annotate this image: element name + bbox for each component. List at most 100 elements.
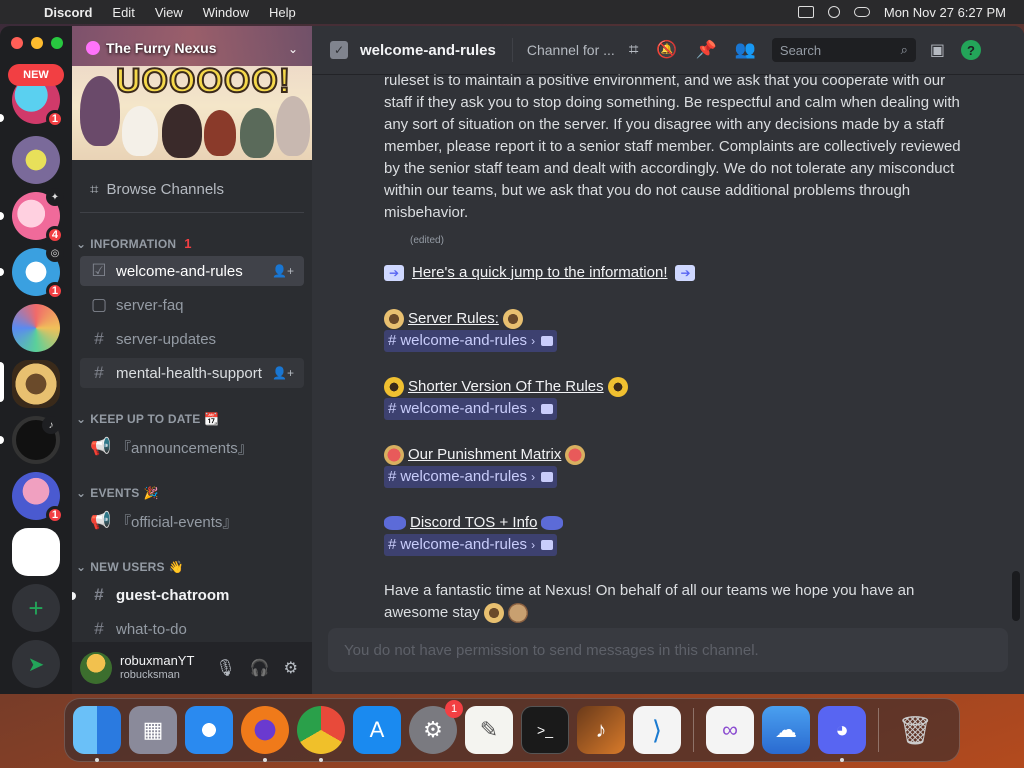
- notification-bell-muted-icon[interactable]: 🔕: [656, 40, 677, 60]
- server-icon-4[interactable]: ◎ 1: [12, 244, 64, 300]
- channel-official-events[interactable]: 📢 『official-events』: [80, 506, 304, 536]
- channel-server-updates[interactable]: # server-updates: [80, 324, 304, 354]
- category-keep-up-to-date[interactable]: ⌄ KEEP UP TO DATE 📆: [76, 412, 220, 426]
- closing-message: Have a fantastic time at Nexus! On behal…: [384, 580, 964, 624]
- channel-what-to-do[interactable]: # what-to-do: [80, 614, 304, 644]
- add-server-button[interactable]: +: [12, 584, 60, 632]
- control-center-icon[interactable]: [853, 7, 870, 17]
- text-channel-icon: #: [94, 329, 104, 348]
- unread-pip: [0, 268, 4, 276]
- threads-icon[interactable]: ⌗: [629, 40, 639, 60]
- menu-help[interactable]: Help: [259, 5, 306, 20]
- dock-garageband-icon[interactable]: ♪: [577, 706, 625, 754]
- menu-edit[interactable]: Edit: [102, 5, 144, 20]
- jump-link[interactable]: Here's a quick jump to the information!: [412, 262, 667, 284]
- arrow-right-icon: ➔: [675, 265, 696, 281]
- dock-separator: [878, 708, 879, 752]
- search-input[interactable]: Search ⌕: [771, 38, 916, 62]
- server-icon-3[interactable]: ✦ 4: [12, 188, 64, 244]
- channel-mention-link[interactable]: # welcome-and-rules ›: [384, 398, 558, 420]
- spotlight-search-icon[interactable]: [827, 6, 840, 18]
- server-icon-roblox[interactable]: ♪: [12, 416, 60, 464]
- pin-icon[interactable]: 📌: [696, 40, 717, 60]
- dock-trash-icon[interactable]: 🗑: [891, 706, 939, 754]
- message-bubble-icon: [541, 472, 554, 482]
- create-invite-icon[interactable]: 👤+: [272, 264, 294, 278]
- dock-app-store-icon[interactable]: A: [353, 706, 401, 754]
- server-icon-8[interactable]: [12, 528, 60, 576]
- dock-vscode-icon[interactable]: ⟩: [633, 706, 681, 754]
- menu-window[interactable]: Window: [193, 5, 259, 20]
- server-icon-7[interactable]: 1: [12, 472, 64, 524]
- channel-mention-link[interactable]: # welcome-and-rules ›: [384, 534, 558, 556]
- forum-channel-icon: ▢: [90, 295, 108, 314]
- section-title[interactable]: Shorter Version Of The Rules: [408, 376, 604, 398]
- category-events[interactable]: ⌄ EVENTS 🎉: [76, 486, 159, 500]
- party-popper-icon: 🎉: [143, 486, 159, 500]
- help-icon[interactable]: ?: [961, 40, 982, 60]
- browse-channels-button[interactable]: ⌗ Browse Channels: [80, 172, 304, 206]
- category-information[interactable]: ⌄ INFORMATION 1: [76, 236, 192, 251]
- channel-topic[interactable]: Channel for ...: [527, 42, 615, 58]
- chat-scrollbar[interactable]: [1012, 571, 1020, 621]
- category-new-users[interactable]: ⌄ NEW USERS 👋: [76, 560, 184, 574]
- dock-launchpad-icon[interactable]: ▦: [129, 706, 177, 754]
- server-banner: UOOOOO! The Furry Nexus ⌄: [72, 26, 312, 160]
- zoom-window-button[interactable]: [51, 37, 63, 49]
- channel-mention-link[interactable]: # welcome-and-rules ›: [384, 466, 558, 488]
- channel-mention-link[interactable]: # welcome-and-rules ›: [384, 330, 558, 352]
- server-icon-5[interactable]: [12, 304, 60, 352]
- dock-safari-icon[interactable]: [185, 706, 233, 754]
- server-name-header[interactable]: The Furry Nexus: [86, 40, 216, 56]
- channel-mental-health-support[interactable]: # mental-health-support 👤+: [80, 358, 304, 388]
- inbox-icon[interactable]: ▣: [930, 40, 945, 60]
- dock-firefox-icon[interactable]: [241, 706, 289, 762]
- channel-welcome-and-rules[interactable]: ☑ welcome-and-rules 👤+: [80, 256, 304, 286]
- screen-mirroring-icon[interactable]: [797, 6, 814, 18]
- chevron-down-icon: ⌄: [76, 560, 87, 574]
- create-invite-icon[interactable]: 👤+: [272, 366, 294, 380]
- server-mention-badge: 1: [45, 110, 64, 128]
- channel-guest-chatroom[interactable]: # guest-chatroom: [80, 580, 304, 610]
- chevron-down-icon: ⌄: [76, 486, 87, 500]
- close-window-button[interactable]: [11, 37, 23, 49]
- menubar-clock[interactable]: Mon Nov 27 6:27 PM: [884, 5, 1006, 20]
- dock-terminal-icon[interactable]: >_: [521, 706, 569, 754]
- server-icon-furry-nexus[interactable]: [12, 360, 60, 408]
- username[interactable]: robuxmanYT: [120, 653, 194, 668]
- headphones-icon[interactable]: 🎧: [250, 658, 270, 678]
- dock-weather-icon[interactable]: ☁: [762, 706, 810, 754]
- avatar[interactable]: [80, 652, 112, 684]
- minimize-window-button[interactable]: [31, 37, 43, 49]
- explore-servers-button[interactable]: ➤: [12, 640, 60, 688]
- gear-icon[interactable]: ⚙: [284, 658, 298, 678]
- new-unreads-pill[interactable]: NEW: [8, 64, 64, 86]
- dock-finder-icon[interactable]: [73, 706, 121, 762]
- dock-separator: [693, 708, 694, 752]
- channel-server-faq[interactable]: ▢ server-faq: [80, 290, 304, 320]
- section-title[interactable]: Discord TOS + Info: [410, 512, 537, 534]
- microphone-icon[interactable]: 🎙: [215, 658, 235, 678]
- dock-discord-icon[interactable]: ◕: [818, 706, 866, 762]
- server-icon-2[interactable]: [12, 136, 60, 184]
- channel-title: welcome-and-rules: [360, 41, 496, 59]
- dock-system-settings-icon[interactable]: ⚙ 1: [409, 700, 463, 754]
- channel-announcements[interactable]: 📢 『announcements』: [80, 432, 304, 462]
- member-list-icon[interactable]: 👥: [735, 40, 756, 60]
- menu-view[interactable]: View: [145, 5, 193, 20]
- speaker-icon: ♪: [42, 416, 60, 434]
- dock-chrome-icon[interactable]: [297, 706, 345, 762]
- message-content: ruleset is to maintain a positive enviro…: [384, 70, 964, 624]
- message-bubble-icon: [541, 336, 554, 346]
- message-bubble-icon: [541, 404, 554, 414]
- punishment-emoji-icon: [565, 445, 586, 465]
- dock-visual-studio-icon[interactable]: ∞: [706, 706, 754, 754]
- section-title[interactable]: Our Punishment Matrix: [408, 444, 561, 466]
- chevron-down-icon: ⌄: [76, 236, 87, 251]
- section-title[interactable]: Server Rules:: [408, 308, 499, 330]
- nexus-badge-emoji-icon: [484, 603, 505, 624]
- chevron-down-icon[interactable]: ⌄: [288, 42, 298, 56]
- channel-header: ✓ welcome-and-rules Channel for ... ⌗ 🔕 …: [312, 26, 1024, 74]
- menu-app-discord[interactable]: Discord: [40, 5, 102, 20]
- dock-textedit-icon[interactable]: ✎: [465, 706, 513, 754]
